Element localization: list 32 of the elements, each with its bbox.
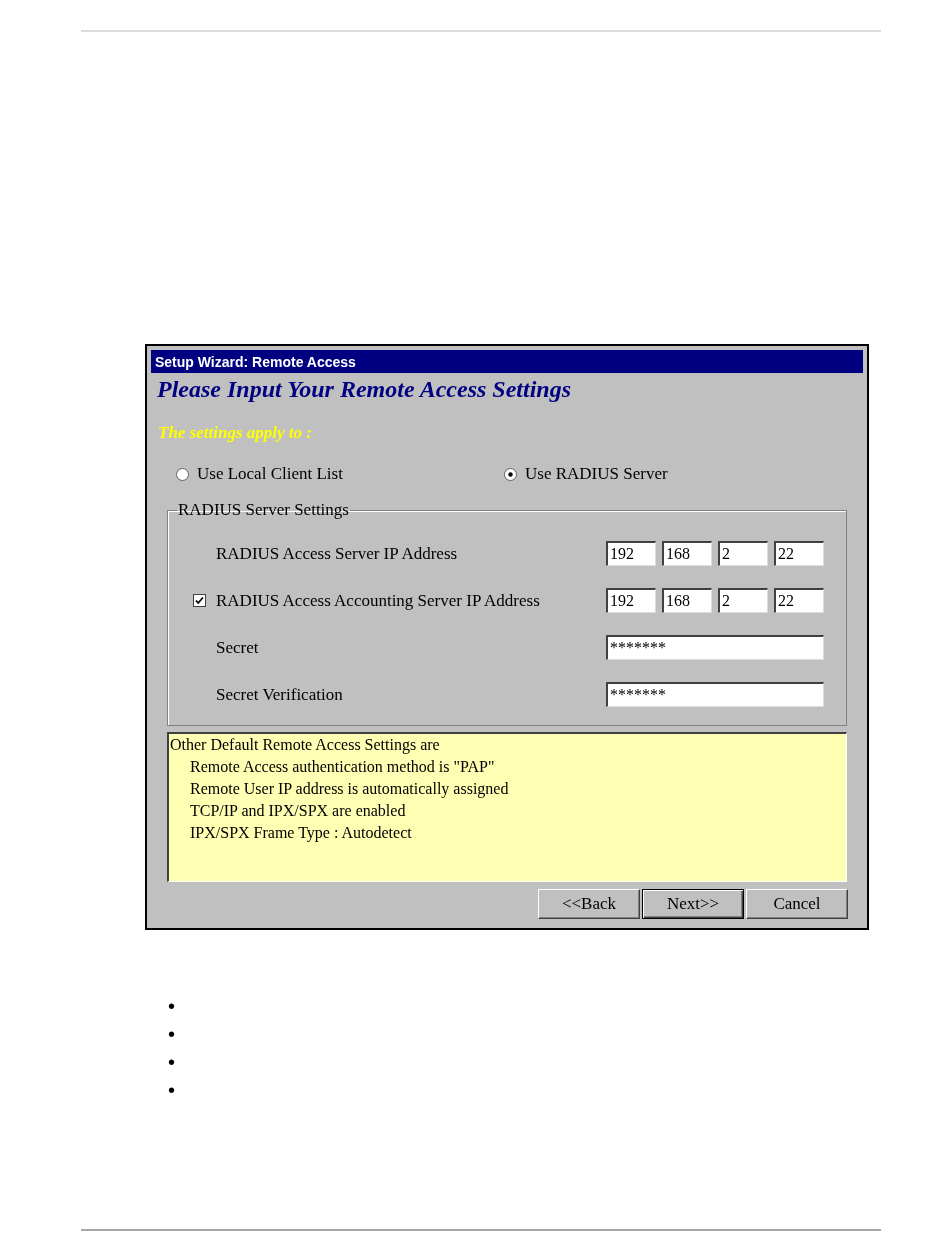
- radio-option[interactable]: Use Local Client List: [176, 463, 504, 485]
- checkbox[interactable]: RADIUS Access Accounting Server IP Address: [193, 589, 540, 612]
- radio-option[interactable]: Use RADIUS Server: [504, 463, 668, 485]
- group-title: RADIUS Server Settings: [177, 499, 350, 521]
- field-label: Secret: [216, 636, 259, 659]
- bullet-point: •: [168, 1022, 175, 1047]
- bullet-point: •: [168, 1050, 175, 1075]
- wizard-button[interactable]: Next>>: [642, 889, 744, 919]
- info-text: TCP/IP and IPX/SPX are enabled: [190, 801, 406, 821]
- wizard-button[interactable]: Cancel: [746, 889, 848, 919]
- ip-octet-field[interactable]: 2: [718, 541, 768, 566]
- wizard-button[interactable]: <<Back: [538, 889, 640, 919]
- ip-octet-field[interactable]: 192: [606, 541, 656, 566]
- ip-octet-field[interactable]: 22: [774, 588, 824, 613]
- info-text: IPX/SPX Frame Type : Autodetect: [190, 823, 412, 844]
- ip-octet-field[interactable]: 2: [718, 588, 768, 613]
- info-text: Other Default Remote Access Settings are: [170, 735, 440, 756]
- ip-octet-field[interactable]: 168: [662, 541, 712, 566]
- field-label: RADIUS Access Server IP Address: [216, 542, 458, 565]
- section-label: The settings apply to :: [158, 422, 312, 444]
- ip-octet-field[interactable]: 192: [606, 588, 656, 613]
- ip-octet-field[interactable]: 22: [774, 541, 824, 566]
- bullet-point: •: [168, 994, 175, 1019]
- page-heading: Please Input Your Remote Access Settings: [156, 375, 572, 403]
- field-label: Secret Verification: [216, 683, 343, 706]
- ip-octet-field[interactable]: 168: [662, 588, 712, 613]
- bullet-point: •: [168, 1078, 175, 1103]
- window-title: Setup Wizard: Remote Access: [155, 352, 356, 371]
- info-text: Remote Access authentication method is "PAP": [190, 757, 495, 777]
- password-field[interactable]: *******: [606, 635, 824, 660]
- info-text: Remote User IP address is automatically assigned: [190, 779, 509, 800]
- password-field[interactable]: *******: [606, 682, 824, 707]
